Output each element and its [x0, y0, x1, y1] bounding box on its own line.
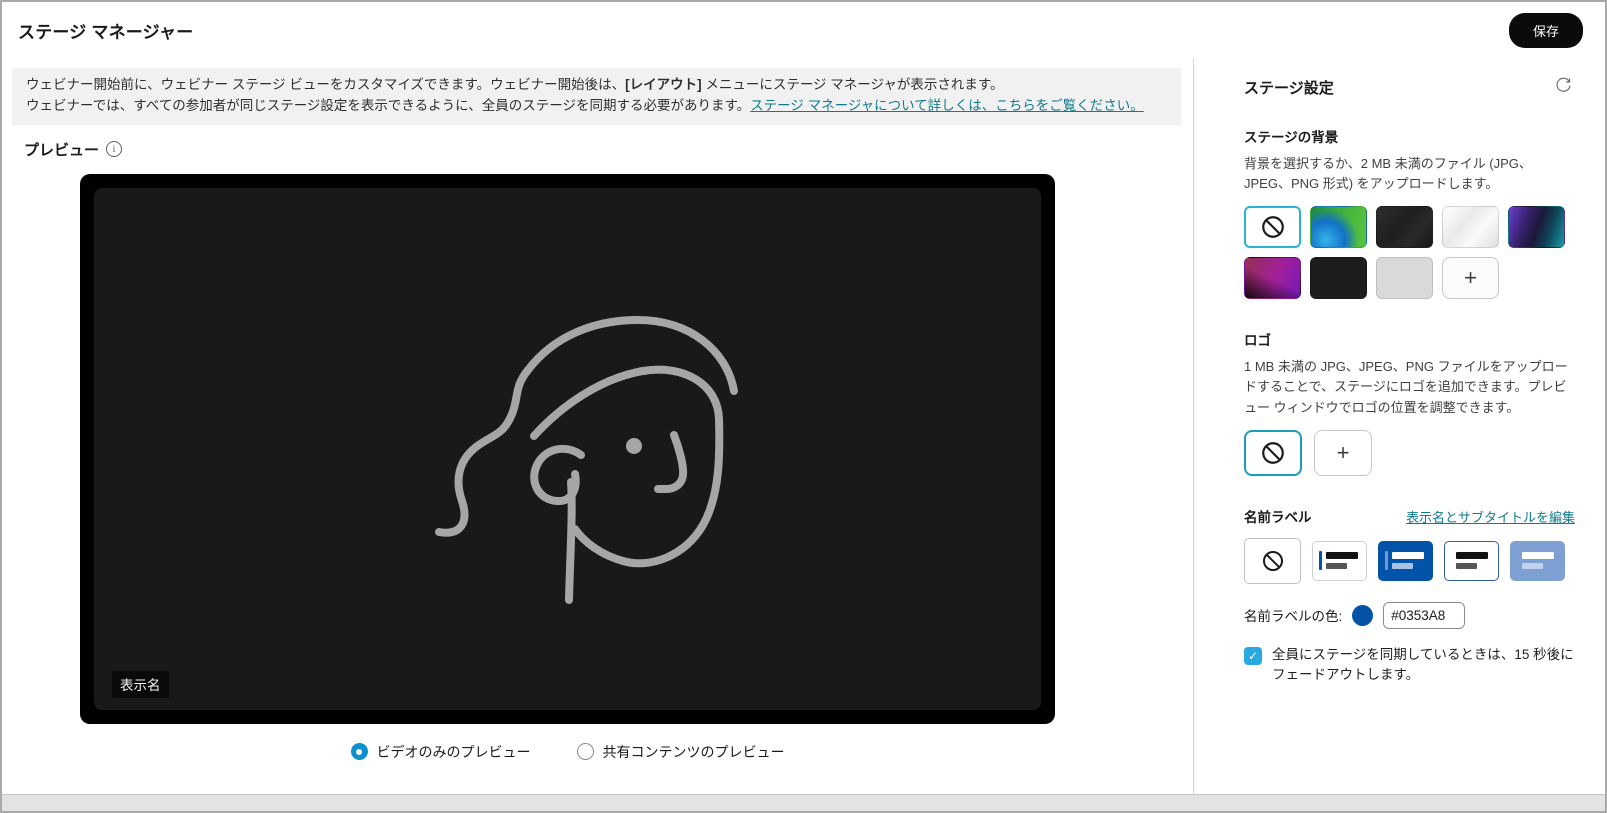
stage-manager-window: ステージ マネージャー 保存 ウェビナー開始前に、ウェビナー ステージ ビューを… [0, 0, 1607, 813]
background-swatch-grid: + [1244, 206, 1574, 299]
checkbox-checked-icon[interactable]: ✓ [1244, 647, 1262, 665]
bg-none[interactable] [1244, 206, 1301, 248]
display-name-chip: 表示名 [112, 671, 169, 698]
color-swatch-circle[interactable] [1352, 605, 1373, 626]
name-label-style-none[interactable] [1244, 538, 1301, 584]
logo-tile-row: + [1244, 430, 1575, 476]
color-hex-input[interactable] [1383, 602, 1465, 629]
learn-more-link[interactable]: ステージ マネージャについて詳しくは、こちらをご覧ください。 [750, 98, 1144, 113]
refresh-icon[interactable] [1552, 74, 1575, 100]
background-description: 背景を選択するか、2 MB 未満のファイル (JPG、JPEG、PNG 形式) … [1244, 154, 1575, 194]
name-label-heading: 名前ラベル [1244, 506, 1312, 526]
info-banner: ウェビナー開始前に、ウェビナー ステージ ビューをカスタマイズできます。ウェビナ… [12, 68, 1181, 125]
banner-line2: ウェビナーでは、すべての参加者が同じステージ設定を表示できるように、全員のステー… [26, 96, 1167, 117]
radio-shared-content-label: 共有コンテンツのプレビュー [603, 742, 785, 762]
background-heading: ステージの背景 [1244, 126, 1575, 146]
radio-shared-content-preview[interactable]: 共有コンテンツのプレビュー [577, 742, 785, 762]
radio-video-only-label: ビデオのみのプレビュー [377, 742, 531, 762]
bg-purple-teal-gradient[interactable] [1508, 206, 1565, 248]
logo-add[interactable]: + [1314, 430, 1372, 476]
name-label-section: 名前ラベル 表示名とサブタイトルを編集 [1244, 506, 1575, 686]
bottom-strip [2, 794, 1605, 811]
stage-preview-video: 表示名 [94, 188, 1041, 710]
preview-column: ウェビナー開始前に、ウェビナー ステージ ビューをカスタマイズできます。ウェビナ… [2, 58, 1193, 794]
name-label-style-translucent[interactable] [1510, 541, 1565, 581]
bg-dark-wave[interactable] [1376, 206, 1433, 248]
edit-display-name-link[interactable]: 表示名とサブタイトルを編集 [1406, 507, 1575, 526]
preview-mode-radios: ビデオのみのプレビュー 共有コンテンツのプレビュー [46, 742, 1089, 762]
no-entry-icon [1260, 214, 1286, 240]
avatar-line-art [431, 284, 761, 614]
name-label-style-filled-blue[interactable] [1378, 541, 1433, 581]
save-button[interactable]: 保存 [1509, 13, 1583, 48]
name-label-color-row: 名前ラベルの色: [1244, 602, 1575, 629]
plus-icon: + [1337, 442, 1350, 464]
radio-video-only-preview[interactable]: ビデオのみのプレビュー [351, 742, 531, 762]
info-icon[interactable] [106, 141, 122, 157]
no-entry-icon [1260, 440, 1286, 466]
logo-section: ロゴ 1 MB 未満の JPG、JPEG、PNG ファイルをアップロードすること… [1244, 329, 1575, 475]
radio-unselected-icon[interactable] [577, 743, 594, 760]
logo-none[interactable] [1244, 430, 1302, 476]
radio-selected-icon[interactable] [351, 743, 368, 760]
stage-settings-panel: ステージ設定 ステージの背景 背景を選択するか、2 MB 未満のファイル (JP… [1193, 58, 1605, 794]
bg-solid-gray[interactable] [1376, 257, 1433, 299]
no-entry-icon [1261, 549, 1285, 573]
preview-heading: プレビュー [24, 139, 99, 160]
stage-preview-frame: 表示名 [80, 174, 1055, 724]
bg-light-wave[interactable] [1442, 206, 1499, 248]
bg-green-blue-gradient[interactable] [1310, 206, 1367, 248]
name-label-style-outline[interactable] [1444, 541, 1499, 581]
bg-magenta-purple-gradient[interactable] [1244, 257, 1301, 299]
background-section: ステージの背景 背景を選択するか、2 MB 未満のファイル (JPG、JPEG、… [1244, 126, 1575, 299]
name-label-style-row [1244, 538, 1575, 584]
logo-heading: ロゴ [1244, 329, 1575, 349]
name-label-style-left-accent[interactable] [1312, 541, 1367, 581]
logo-description: 1 MB 未満の JPG、JPEG、PNG ファイルをアップロードすることで、ス… [1244, 357, 1575, 417]
header: ステージ マネージャー 保存 [2, 2, 1605, 58]
bg-add[interactable]: + [1442, 257, 1499, 299]
panel-title: ステージ設定 [1244, 77, 1334, 98]
bg-solid-black[interactable] [1310, 257, 1367, 299]
banner-line1: ウェビナー開始前に、ウェビナー ステージ ビューをカスタマイズできます。ウェビナ… [26, 75, 1167, 96]
fade-out-option: ✓ 全員にステージを同期しているときは、15 秒後にフェードアウトします。 [1244, 645, 1575, 686]
name-label-color-label: 名前ラベルの色: [1244, 605, 1342, 625]
fade-out-label: 全員にステージを同期しているときは、15 秒後にフェードアウトします。 [1272, 645, 1575, 686]
plus-icon: + [1464, 267, 1477, 289]
page-title: ステージ マネージャー [18, 18, 193, 43]
